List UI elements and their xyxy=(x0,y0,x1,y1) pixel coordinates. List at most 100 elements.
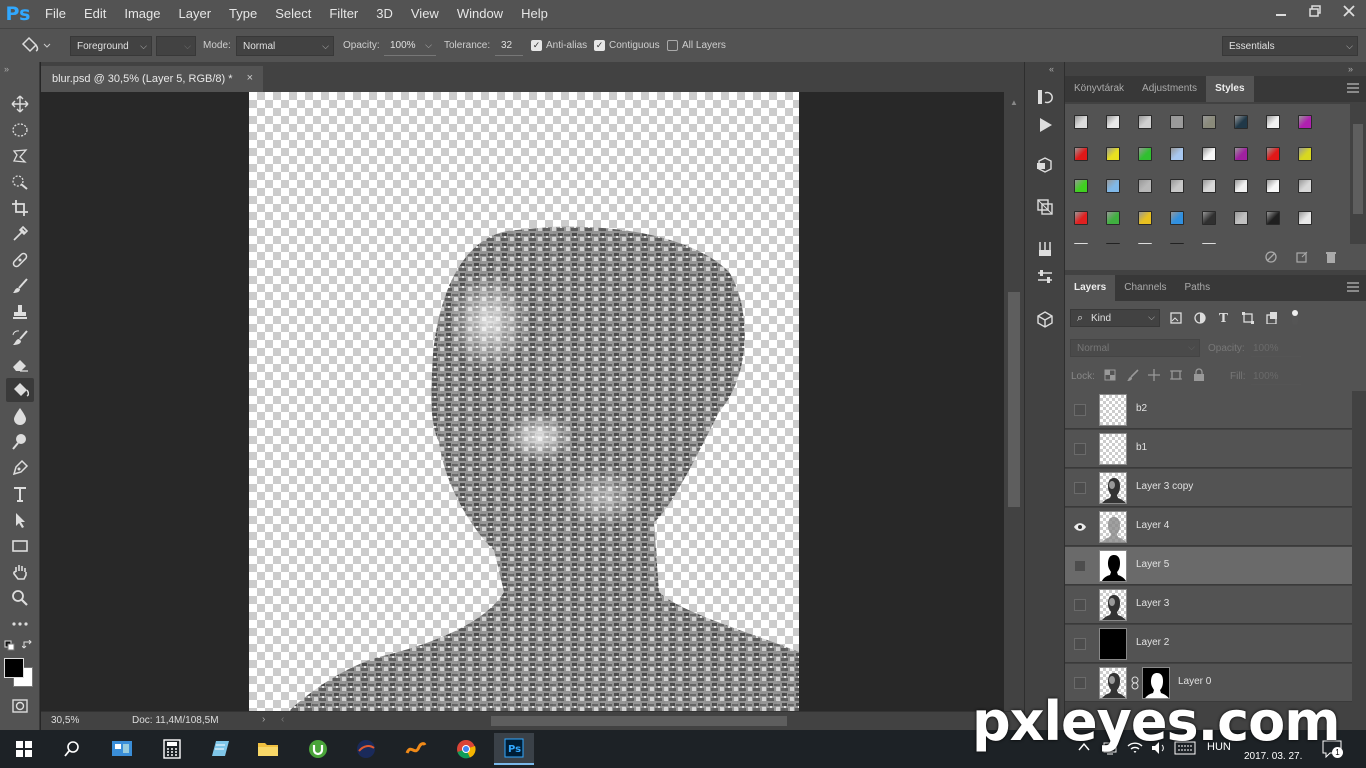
scrollbar-thumb[interactable] xyxy=(1353,124,1363,214)
layers-scrollbar[interactable] xyxy=(1352,391,1366,711)
style-swatch[interactable] xyxy=(1131,204,1159,232)
menu-type[interactable]: Type xyxy=(220,0,266,28)
style-swatch[interactable] xyxy=(1067,108,1095,136)
zoom-icon[interactable] xyxy=(6,586,34,610)
brush-settings-icon[interactable] xyxy=(1034,238,1056,260)
type-icon[interactable] xyxy=(6,482,34,506)
filter-type-icon[interactable]: T xyxy=(1219,311,1228,325)
scrollbar-thumb[interactable] xyxy=(1008,292,1020,507)
move-icon[interactable] xyxy=(6,92,34,116)
filter-pixel-icon[interactable] xyxy=(1170,312,1182,327)
style-swatch[interactable] xyxy=(1291,204,1319,232)
all-layers-checkbox[interactable] xyxy=(667,40,678,51)
vertical-scrollbar[interactable]: ▲ xyxy=(1004,92,1024,711)
collapse-arrows-icon[interactable]: » xyxy=(4,64,9,74)
visibility-toggle[interactable] xyxy=(1074,638,1086,650)
layer-thumbnail[interactable] xyxy=(1099,433,1127,465)
layer-row[interactable]: b2 xyxy=(1065,391,1352,429)
search-icon[interactable] xyxy=(52,733,92,765)
crop-icon[interactable] xyxy=(6,196,34,220)
style-swatch[interactable] xyxy=(1131,140,1159,168)
style-swatch[interactable] xyxy=(1227,204,1255,232)
lock-position-icon[interactable] xyxy=(1148,369,1160,384)
new-style-icon[interactable] xyxy=(1296,251,1308,266)
layer-thumbnail[interactable] xyxy=(1099,394,1127,426)
cube-icon[interactable] xyxy=(1034,308,1056,330)
workspace-select[interactable]: Essentials ⌵ xyxy=(1222,36,1358,56)
eyedropper-icon[interactable] xyxy=(6,222,34,246)
lock-pixels-icon[interactable] xyxy=(1127,369,1139,384)
hand-icon[interactable] xyxy=(6,560,34,584)
layer-opacity-input[interactable]: 100% xyxy=(1251,339,1301,357)
tab-adjustments[interactable]: Adjustments xyxy=(1133,76,1206,102)
filter-toggle-icon[interactable] xyxy=(1290,309,1300,328)
style-swatch[interactable] xyxy=(1195,172,1223,200)
dodge-icon[interactable] xyxy=(6,430,34,454)
tab-paths[interactable]: Paths xyxy=(1176,275,1220,301)
close-icon[interactable] xyxy=(1332,0,1366,22)
style-swatch[interactable] xyxy=(1291,172,1319,200)
style-swatch[interactable] xyxy=(1163,172,1191,200)
style-swatch[interactable] xyxy=(1067,204,1095,232)
quick-mask-icon[interactable] xyxy=(6,694,34,718)
status-menu-arrow-icon[interactable]: › xyxy=(262,714,265,725)
layer-thumbnail[interactable] xyxy=(1099,472,1127,504)
menu-help[interactable]: Help xyxy=(512,0,557,28)
style-swatch[interactable] xyxy=(1259,108,1287,136)
style-swatch[interactable] xyxy=(1099,108,1127,136)
style-swatch[interactable] xyxy=(1163,204,1191,232)
style-swatch[interactable] xyxy=(1195,108,1223,136)
style-swatch[interactable] xyxy=(1227,108,1255,136)
antialias-checkbox[interactable]: ✓ xyxy=(531,40,542,51)
marquee-icon[interactable] xyxy=(6,118,34,142)
3d-panel-icon[interactable] xyxy=(1034,154,1056,176)
style-swatch[interactable] xyxy=(1195,140,1223,168)
style-swatch[interactable] xyxy=(1163,236,1191,244)
more-icon[interactable] xyxy=(6,612,34,636)
scroll-up-icon[interactable]: ▲ xyxy=(1010,98,1018,107)
default-colors-icon[interactable] xyxy=(4,640,16,655)
close-tab-icon[interactable]: × xyxy=(247,72,253,84)
path-select-icon[interactable] xyxy=(6,508,34,532)
style-swatch[interactable] xyxy=(1291,140,1319,168)
style-swatch[interactable] xyxy=(1131,108,1159,136)
tab-libraries[interactable]: Könyvtárak xyxy=(1065,76,1133,102)
tool-preset-picker[interactable] xyxy=(18,36,54,56)
delete-icon[interactable] xyxy=(1325,251,1337,266)
lock-artboard-icon[interactable] xyxy=(1170,369,1182,384)
style-swatch[interactable] xyxy=(1131,236,1159,244)
layer-row[interactable]: Layer 3 copy xyxy=(1065,469,1352,507)
style-swatch[interactable] xyxy=(1099,204,1127,232)
style-swatch[interactable] xyxy=(1067,172,1095,200)
visibility-toggle[interactable] xyxy=(1074,404,1086,416)
pen-icon[interactable] xyxy=(6,456,34,480)
visibility-toggle[interactable] xyxy=(1074,677,1086,689)
windows-start-icon[interactable] xyxy=(4,733,44,765)
collapse-arrows-icon[interactable]: » xyxy=(1348,64,1353,74)
photoshop-taskbar-icon[interactable]: Ps xyxy=(494,733,534,765)
restore-icon[interactable] xyxy=(1298,0,1332,22)
blur-icon[interactable] xyxy=(6,404,34,428)
space-app-icon[interactable] xyxy=(346,733,386,765)
mode-select[interactable]: Normal ⌵ xyxy=(236,36,334,56)
paint-bucket-icon[interactable] xyxy=(6,378,34,402)
adjust-sliders-icon[interactable] xyxy=(1034,266,1056,288)
properties-panel-icon[interactable] xyxy=(1034,196,1056,218)
notes-app-icon[interactable] xyxy=(200,733,240,765)
blend-mode-select[interactable]: Normal ⌵ xyxy=(1070,339,1200,357)
style-swatch[interactable] xyxy=(1259,204,1287,232)
eye-icon[interactable] xyxy=(1073,521,1087,533)
style-swatch[interactable] xyxy=(1259,172,1287,200)
fill-source-select[interactable]: Foreground ⌵ xyxy=(70,36,152,56)
style-swatch[interactable] xyxy=(1195,236,1223,244)
menu-image[interactable]: Image xyxy=(115,0,169,28)
style-swatch[interactable] xyxy=(1227,172,1255,200)
foreground-color-swatch[interactable] xyxy=(4,658,24,678)
menu-3d[interactable]: 3D xyxy=(367,0,402,28)
actions-play-icon[interactable] xyxy=(1034,114,1056,136)
layer-row[interactable]: Layer 5 xyxy=(1065,547,1352,585)
filter-smart-object-icon[interactable] xyxy=(1266,312,1278,327)
pattern-picker[interactable]: ⌵ xyxy=(156,36,196,56)
fill-input[interactable]: 100% xyxy=(1251,367,1301,385)
layer-thumbnail[interactable] xyxy=(1099,550,1127,582)
